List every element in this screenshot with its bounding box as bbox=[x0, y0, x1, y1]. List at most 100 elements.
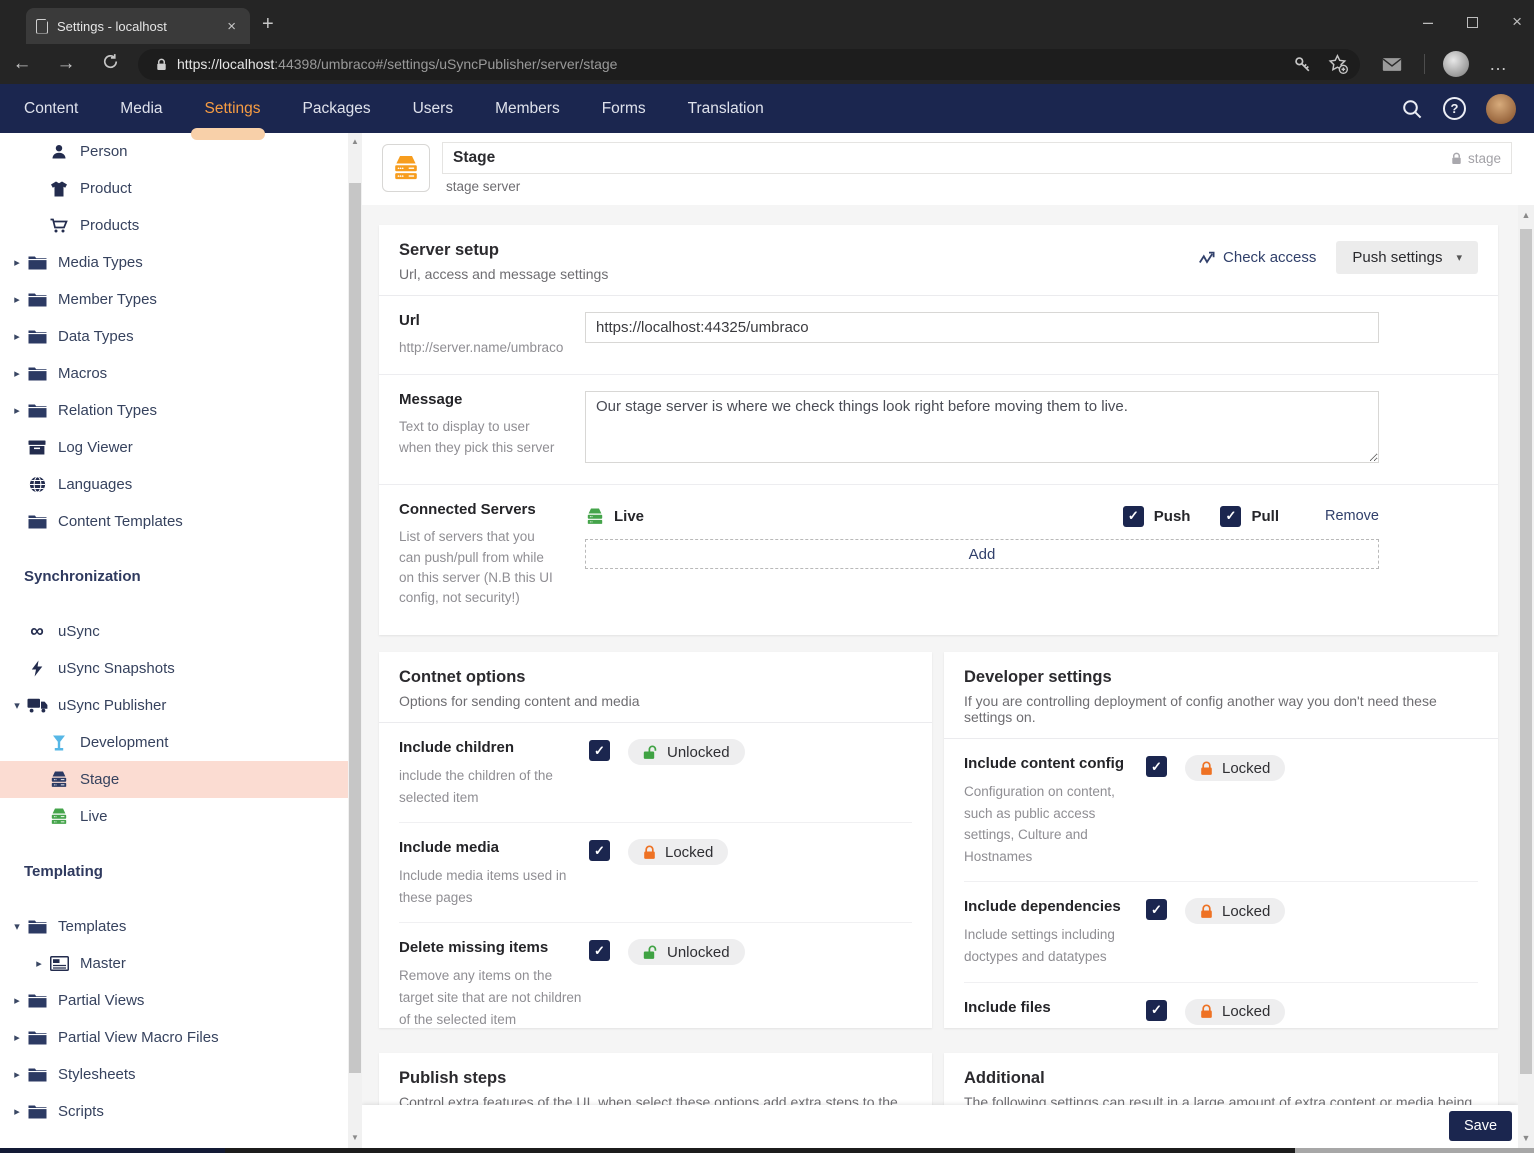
add-server-button[interactable]: Add bbox=[585, 539, 1379, 569]
mail-icon[interactable] bbox=[1382, 57, 1402, 72]
tree-item-person[interactable]: Person bbox=[0, 133, 348, 170]
tree-item-usync[interactable]: ∞ uSync bbox=[0, 613, 348, 650]
content-scrollbar[interactable]: ▲ ▼ bbox=[1518, 205, 1534, 1148]
include-media-checkbox[interactable]: ✓ bbox=[589, 840, 610, 861]
tree-item-label: Data Types bbox=[58, 328, 134, 345]
maximize-icon[interactable] bbox=[1467, 17, 1478, 28]
tree-item-master[interactable]: ▸ Master bbox=[0, 945, 348, 982]
lock-state-pill[interactable]: Unlocked bbox=[628, 939, 745, 965]
push-checkbox[interactable]: ✓ bbox=[1123, 506, 1144, 527]
delete-missing-items-checkbox[interactable]: ✓ bbox=[589, 940, 610, 961]
remove-server-link[interactable]: Remove bbox=[1325, 508, 1379, 524]
caret-down-icon[interactable]: ▾ bbox=[10, 699, 24, 712]
nav-item-media[interactable]: Media bbox=[120, 100, 162, 118]
new-tab-button[interactable]: + bbox=[262, 14, 274, 34]
caret-right-icon[interactable]: ▸ bbox=[10, 330, 24, 343]
browser-tab[interactable]: Settings - localhost × bbox=[26, 8, 250, 44]
option-label: Include dependencies bbox=[964, 898, 1146, 915]
lock-state-pill[interactable]: Locked bbox=[1185, 755, 1285, 781]
nav-item-content[interactable]: Content bbox=[24, 100, 78, 118]
tree-item-usync-publisher[interactable]: ▾ uSync Publisher bbox=[0, 687, 348, 724]
option-include-content-config: Include content config Configuration on … bbox=[964, 739, 1478, 882]
caret-right-icon[interactable]: ▸ bbox=[10, 1068, 24, 1081]
entity-icon-button[interactable] bbox=[382, 144, 430, 192]
scroll-down-icon[interactable]: ▼ bbox=[348, 1133, 362, 1142]
favorite-star-icon[interactable] bbox=[1328, 54, 1348, 74]
scroll-down-icon[interactable]: ▼ bbox=[1518, 1133, 1534, 1143]
tree-item-development[interactable]: Development bbox=[0, 724, 348, 761]
nav-item-translation[interactable]: Translation bbox=[688, 100, 764, 118]
tree-item-macros[interactable]: ▸ Macros bbox=[0, 355, 348, 392]
tree-item-content-templates[interactable]: Content Templates bbox=[0, 503, 348, 540]
tree-item-relation-types[interactable]: ▸ Relation Types bbox=[0, 392, 348, 429]
server-icon bbox=[48, 771, 70, 788]
save-button[interactable]: Save bbox=[1449, 1111, 1512, 1141]
password-key-icon[interactable] bbox=[1293, 55, 1312, 74]
nav-item-forms[interactable]: Forms bbox=[602, 100, 646, 118]
nav-item-users[interactable]: Users bbox=[413, 100, 453, 118]
check-access-button[interactable]: Check access bbox=[1199, 249, 1316, 266]
nav-item-packages[interactable]: Packages bbox=[303, 100, 371, 118]
browser-menu-icon[interactable]: … bbox=[1489, 54, 1516, 75]
include-files-checkbox[interactable]: ✓ bbox=[1146, 1000, 1167, 1021]
user-avatar[interactable] bbox=[1486, 94, 1516, 124]
tree-item-label: Partial Views bbox=[58, 992, 144, 1009]
url-field[interactable]: https://localhost:44398/umbraco#/setting… bbox=[138, 49, 1360, 80]
tab-close-icon[interactable]: × bbox=[223, 18, 240, 35]
refresh-icon[interactable] bbox=[88, 53, 132, 76]
url-input[interactable] bbox=[585, 312, 1379, 343]
include-children-checkbox[interactable]: ✓ bbox=[589, 740, 610, 761]
lock-state-pill[interactable]: Locked bbox=[1185, 898, 1285, 924]
lock-state-pill[interactable]: Locked bbox=[628, 839, 728, 865]
back-icon[interactable]: ← bbox=[0, 53, 44, 75]
scroll-up-icon[interactable]: ▲ bbox=[348, 137, 362, 146]
nav-item-members[interactable]: Members bbox=[495, 100, 560, 118]
message-textarea[interactable]: Our stage server is where we check thing… bbox=[585, 391, 1379, 463]
caret-right-icon[interactable]: ▸ bbox=[10, 367, 24, 380]
caret-right-icon[interactable]: ▸ bbox=[10, 256, 24, 269]
tree-item-stylesheets[interactable]: ▸ Stylesheets bbox=[0, 1056, 348, 1093]
lock-state-pill[interactable]: Locked bbox=[1185, 999, 1285, 1025]
forward-icon[interactable]: → bbox=[44, 53, 88, 75]
lock-state-pill[interactable]: Unlocked bbox=[628, 739, 745, 765]
tree-item-partial-view-macro-files[interactable]: ▸ Partial View Macro Files bbox=[0, 1019, 348, 1056]
tree-item-templates[interactable]: ▾ Templates bbox=[0, 908, 348, 945]
tree-item-data-types[interactable]: ▸ Data Types bbox=[0, 318, 348, 355]
content-scroll-thumb[interactable] bbox=[1520, 229, 1532, 1074]
caret-right-icon[interactable]: ▸ bbox=[32, 957, 46, 970]
push-settings-dropdown[interactable]: Push settings ▾ bbox=[1336, 241, 1478, 274]
search-icon[interactable] bbox=[1401, 98, 1423, 120]
tree-item-products[interactable]: Products bbox=[0, 207, 348, 244]
tree-item-media-types[interactable]: ▸ Media Types bbox=[0, 244, 348, 281]
sidebar-scrollbar[interactable]: ▲ ▼ bbox=[348, 133, 362, 1148]
include-dependencies-checkbox[interactable]: ✓ bbox=[1146, 899, 1167, 920]
help-icon[interactable]: ? bbox=[1443, 97, 1466, 120]
caret-right-icon[interactable]: ▸ bbox=[10, 1105, 24, 1118]
tree-item-languages[interactable]: Languages bbox=[0, 466, 348, 503]
minimize-icon[interactable]: – bbox=[1423, 12, 1433, 33]
scroll-up-icon[interactable]: ▲ bbox=[1518, 210, 1534, 220]
tree-item-member-types[interactable]: ▸ Member Types bbox=[0, 281, 348, 318]
pulse-icon bbox=[1199, 251, 1215, 264]
tree-item-label: Scripts bbox=[58, 1103, 104, 1120]
tree-item-live[interactable]: Live bbox=[0, 798, 348, 835]
url-lock-icon[interactable] bbox=[156, 58, 167, 71]
browser-profile-avatar[interactable] bbox=[1443, 51, 1469, 77]
pull-checkbox[interactable]: ✓ bbox=[1220, 506, 1241, 527]
caret-right-icon[interactable]: ▸ bbox=[10, 994, 24, 1007]
tree-item-product[interactable]: Product bbox=[0, 170, 348, 207]
tree-item-stage[interactable]: Stage bbox=[0, 761, 348, 798]
sidebar-scroll-thumb[interactable] bbox=[349, 183, 361, 1073]
entity-title-field[interactable]: Stage stage bbox=[442, 142, 1512, 174]
tree-item-partial-views[interactable]: ▸ Partial Views bbox=[0, 982, 348, 1019]
caret-down-icon[interactable]: ▾ bbox=[10, 920, 24, 933]
caret-right-icon[interactable]: ▸ bbox=[10, 1031, 24, 1044]
caret-right-icon[interactable]: ▸ bbox=[10, 404, 24, 417]
caret-right-icon[interactable]: ▸ bbox=[10, 293, 24, 306]
tree-item-log-viewer[interactable]: Log Viewer bbox=[0, 429, 348, 466]
include-content-config-checkbox[interactable]: ✓ bbox=[1146, 756, 1167, 777]
nav-item-settings[interactable]: Settings bbox=[205, 100, 261, 118]
close-window-icon[interactable]: × bbox=[1512, 12, 1522, 32]
tree-item-usync-snapshots[interactable]: uSync Snapshots bbox=[0, 650, 348, 687]
tree-item-scripts[interactable]: ▸ Scripts bbox=[0, 1093, 348, 1130]
